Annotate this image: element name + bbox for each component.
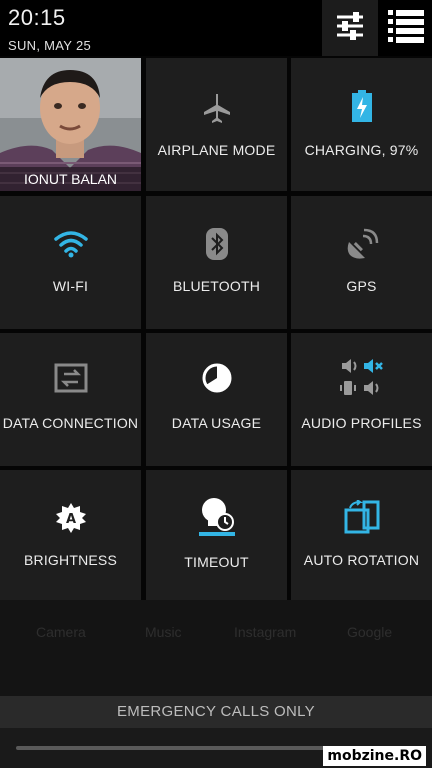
app-label: Camera: [36, 624, 86, 640]
tile-label: AIRPLANE MODE: [157, 142, 276, 158]
app-label: Music: [145, 624, 182, 640]
tile-brightness[interactable]: A BRIGHTNESS: [0, 470, 141, 603]
app-label: Instagram: [234, 624, 297, 640]
clock: 20:15: [8, 5, 66, 30]
panel-footer: mobzine.RO: [0, 728, 432, 768]
bluetooth-icon: [205, 228, 228, 260]
tile-label: BLUETOOTH: [172, 278, 261, 294]
tile-wifi[interactable]: WI-FI: [0, 196, 141, 329]
battery-charging-icon: [351, 90, 372, 122]
emergency-calls-text: EMERGENCY CALLS ONLY: [0, 696, 432, 728]
tile-timeout[interactable]: TIMEOUT: [146, 470, 287, 603]
airplane-icon: [201, 92, 233, 124]
audio-profiles-icon: [339, 357, 384, 397]
tile-label: AUTO ROTATION: [303, 552, 420, 568]
tile-auto-rotation[interactable]: AUTO ROTATION: [291, 470, 432, 603]
tile-label: DATA USAGE: [171, 415, 262, 431]
notifications-button[interactable]: [380, 0, 432, 56]
date: SUN, MAY 25: [8, 38, 92, 53]
quick-settings-panel: IONUT BALAN AIRPLANE MODE CHARGING, 97% …: [0, 56, 432, 603]
home-screen-dimmed: Camera Music Instagram Google: [0, 600, 432, 696]
tile-label: AUDIO PROFILES: [301, 415, 422, 431]
wifi-icon: [53, 230, 88, 258]
tile-bluetooth[interactable]: BLUETOOTH: [146, 196, 287, 329]
watermark-logo: mobzine.RO: [323, 746, 426, 766]
tile-label: CHARGING, 97%: [304, 142, 419, 158]
timeout-icon: [197, 496, 237, 538]
tile-label: GPS: [346, 278, 377, 294]
brightness-auto-icon: A: [55, 502, 87, 534]
tile-label: DATA CONNECTION: [2, 415, 139, 431]
tile-label: TIMEOUT: [184, 554, 249, 570]
gps-icon: [345, 228, 379, 262]
tile-audio-profiles[interactable]: AUDIO PROFILES: [291, 333, 432, 466]
data-connection-icon: [54, 363, 88, 393]
data-usage-icon: [202, 363, 232, 393]
user-tile[interactable]: IONUT BALAN: [0, 58, 141, 191]
app-label: Google: [347, 624, 393, 640]
tile-label: WI-FI: [52, 278, 89, 294]
tile-label: BRIGHTNESS: [23, 552, 117, 568]
settings-button[interactable]: [322, 0, 378, 56]
tile-battery[interactable]: CHARGING, 97%: [291, 58, 432, 191]
tile-gps[interactable]: GPS: [291, 196, 432, 329]
svg-text:A: A: [65, 512, 75, 527]
tile-data-connection[interactable]: DATA CONNECTION: [0, 333, 141, 466]
list-icon: [388, 9, 424, 48]
settings-sliders-icon: [334, 10, 366, 47]
tile-airplane-mode[interactable]: AIRPLANE MODE: [146, 58, 287, 191]
tile-data-usage[interactable]: DATA USAGE: [146, 333, 287, 466]
status-header: 20:15 SUN, MAY 25: [0, 0, 432, 56]
auto-rotation-icon: [344, 500, 380, 534]
user-name: IONUT BALAN: [0, 167, 141, 191]
